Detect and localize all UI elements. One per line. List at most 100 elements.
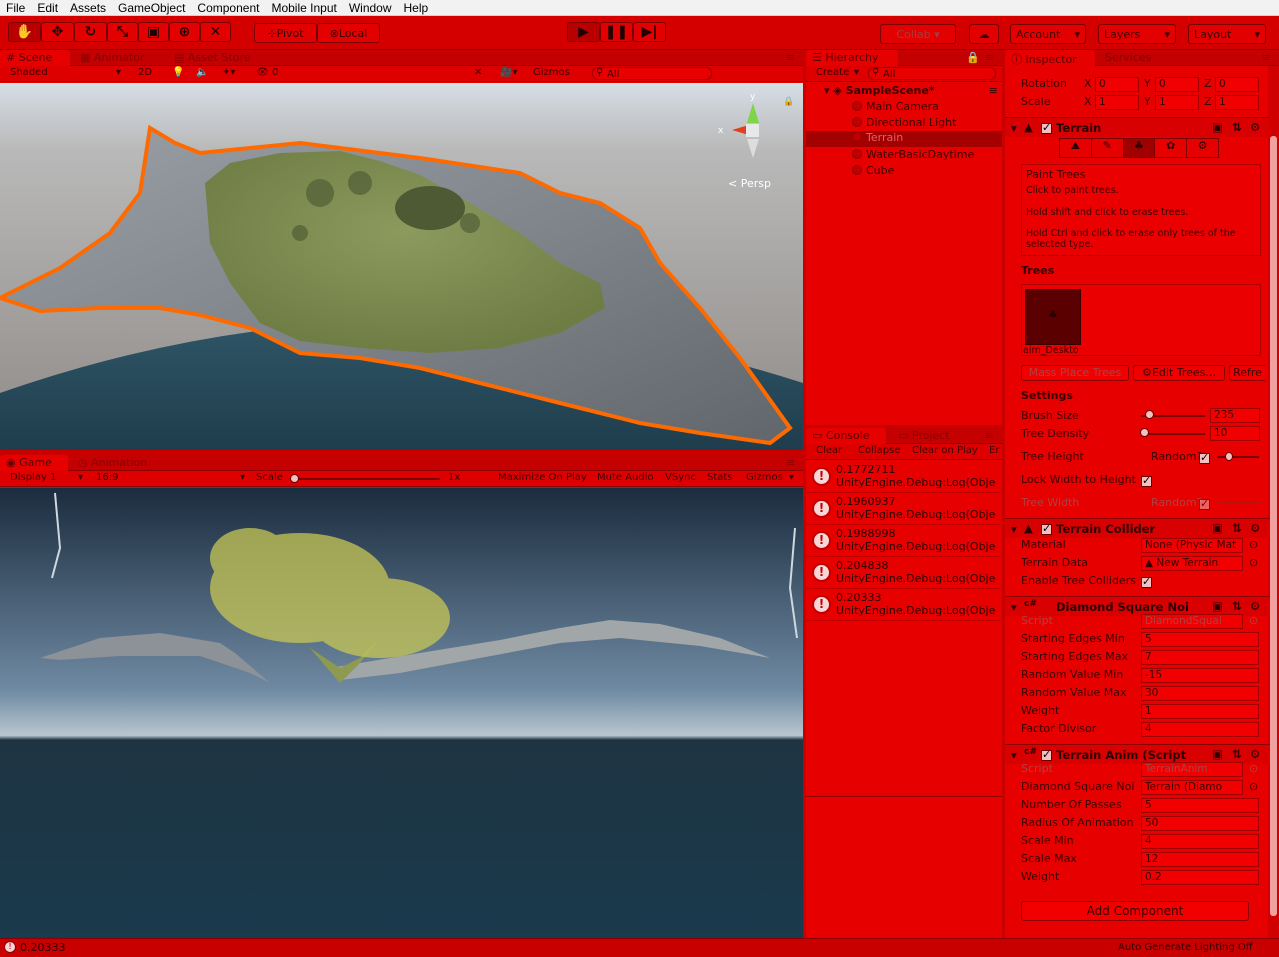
- random-value-max-field[interactable]: 30: [1141, 686, 1259, 701]
- starting-edges-max-field[interactable]: 7: [1141, 650, 1259, 665]
- tab-asset-store[interactable]: ▤ Asset Store: [168, 50, 257, 66]
- raise-terrain-tool[interactable]: ⛰: [1060, 139, 1092, 157]
- weight-field[interactable]: 1: [1141, 704, 1259, 719]
- panel-menu-icon[interactable]: ≡: [780, 50, 801, 66]
- help-icon[interactable]: ▣: [1212, 747, 1223, 761]
- custom-tool-button[interactable]: ✕: [200, 22, 231, 42]
- terrain-enabled-checkbox[interactable]: [1041, 121, 1052, 135]
- step-button[interactable]: ▶|: [633, 22, 666, 42]
- tree-width-range-slider[interactable]: [1217, 502, 1259, 504]
- scale-x-field[interactable]: 1: [1095, 95, 1139, 110]
- paint-texture-tool[interactable]: ✎: [1092, 139, 1124, 157]
- help-icon[interactable]: ▣: [1212, 599, 1223, 613]
- tab-console[interactable]: ▭ Console: [806, 428, 886, 444]
- terrain-collider-header[interactable]: ▾ ▲ Terrain Collider ▣ ⇅ ⚙: [1005, 518, 1270, 538]
- console-clear-button[interactable]: Clear: [816, 445, 842, 456]
- console-collapse-toggle[interactable]: Collapse: [858, 445, 901, 456]
- tree-prototype-thumbnail[interactable]: ♣: [1025, 289, 1081, 345]
- refresh-button[interactable]: Refre: [1229, 365, 1265, 381]
- scale-min-field[interactable]: 4: [1141, 834, 1259, 849]
- brush-size-slider-handle[interactable]: [1144, 410, 1154, 419]
- tree-height-range-handle[interactable]: [1225, 452, 1233, 461]
- gear-icon[interactable]: ⚙: [1250, 747, 1260, 761]
- projection-label[interactable]: < Persp: [728, 177, 771, 191]
- console-entry[interactable]: ! 0.1772711 UnityEngine.Debug:Log(Obje: [806, 461, 1001, 493]
- tree-density-slider-handle[interactable]: [1140, 428, 1150, 437]
- maximize-on-play-toggle[interactable]: Maximize On Play: [498, 472, 587, 483]
- tree-density-slider[interactable]: [1141, 433, 1205, 435]
- scene-search-input[interactable]: All: [592, 67, 712, 80]
- terrain-anim-enabled-checkbox[interactable]: [1041, 748, 1052, 762]
- tree-height-range-slider[interactable]: [1217, 456, 1259, 458]
- tree-width-random-checkbox[interactable]: [1199, 497, 1210, 510]
- menu-help[interactable]: Help: [398, 1, 435, 15]
- diamond-square-header[interactable]: ▾ c# Diamond Square Noi ▣ ⇅ ⚙: [1005, 596, 1270, 616]
- console-entry[interactable]: ! 0.1988998 UnityEngine.Debug:Log(Obje: [806, 525, 1001, 557]
- preset-icon[interactable]: ⇅: [1232, 599, 1242, 613]
- tab-game[interactable]: ◉ Game: [0, 455, 68, 471]
- game-gizmos-dropdown[interactable]: Gizmos: [746, 472, 783, 483]
- inspector-scrollbar[interactable]: [1268, 66, 1279, 938]
- panel-menu-icon[interactable]: ≡: [979, 50, 1000, 66]
- gizmos-dropdown[interactable]: Gizmos: [533, 67, 570, 78]
- rotate-tool-button[interactable]: ↻: [74, 22, 107, 42]
- scale-max-field[interactable]: 12: [1141, 852, 1259, 867]
- stats-toggle[interactable]: Stats: [707, 472, 733, 483]
- hierarchy-search-input[interactable]: All: [868, 67, 996, 80]
- menu-edit[interactable]: Edit: [31, 1, 64, 15]
- hierarchy-item-cube[interactable]: Cube: [852, 164, 894, 177]
- game-viewport[interactable]: [0, 488, 803, 938]
- add-component-button[interactable]: Add Component: [1021, 901, 1249, 921]
- console-clear-on-play-toggle[interactable]: Clear on Play: [912, 445, 978, 456]
- terrain-data-field[interactable]: ▲ New Terrain: [1141, 556, 1243, 571]
- starting-edges-min-field[interactable]: 5: [1141, 632, 1259, 647]
- scale-z-field[interactable]: 1: [1215, 95, 1259, 110]
- console-entry[interactable]: ! 0.1960937 UnityEngine.Debug:Log(Obje: [806, 493, 1001, 525]
- inspector-scroll-thumb[interactable]: [1270, 136, 1277, 916]
- tab-scene[interactable]: # Scene: [0, 50, 70, 66]
- 2d-toggle[interactable]: 2D: [138, 67, 152, 78]
- number-of-passes-field[interactable]: 5: [1141, 798, 1259, 813]
- menu-component[interactable]: Component: [191, 1, 265, 15]
- preset-icon[interactable]: ⇅: [1232, 747, 1242, 761]
- terrain-settings-tool[interactable]: ⚙: [1187, 139, 1218, 157]
- tools-icon[interactable]: ✕: [474, 67, 482, 78]
- shading-mode-dropdown[interactable]: Shaded: [10, 67, 48, 78]
- panel-menu-icon[interactable]: ≡: [1256, 50, 1277, 66]
- tab-animation[interactable]: ◷ Animation: [72, 455, 153, 471]
- scale-tool-button[interactable]: ⤡: [107, 22, 138, 42]
- tree-density-field[interactable]: 10: [1210, 426, 1260, 441]
- hand-tool-button[interactable]: ✋: [8, 22, 41, 42]
- tab-inspector[interactable]: ⓘ Inspector: [1005, 50, 1095, 66]
- terrain-anim-header[interactable]: ▾ c# Terrain Anim (Script ▣ ⇅ ⚙: [1005, 744, 1270, 764]
- panel-menu-icon[interactable]: ≡: [979, 428, 1000, 444]
- vsync-toggle[interactable]: VSync: [665, 472, 696, 483]
- rotation-z-field[interactable]: 0: [1215, 77, 1259, 92]
- scale-slider-handle[interactable]: [290, 474, 299, 483]
- menu-file[interactable]: File: [0, 1, 31, 15]
- object-picker-icon[interactable]: ⊙: [1249, 780, 1258, 794]
- terrain-collider-enabled-checkbox[interactable]: [1041, 522, 1052, 536]
- help-icon[interactable]: ▣: [1212, 120, 1223, 134]
- layers-dropdown[interactable]: Layers ▾: [1098, 24, 1176, 44]
- scene-menu-icon[interactable]: ≡: [989, 84, 998, 97]
- tab-project[interactable]: ▭ Project: [892, 428, 956, 444]
- pause-button[interactable]: ❚❚: [600, 22, 633, 42]
- help-icon[interactable]: ▣: [1212, 521, 1223, 535]
- random-value-min-field[interactable]: -15: [1141, 668, 1259, 683]
- anim-weight-field[interactable]: 0.2: [1141, 870, 1259, 885]
- terrain-component-header[interactable]: ▾ ▲ Terrain ▣ ⇅ ⚙: [1005, 117, 1270, 137]
- gear-icon[interactable]: ⚙: [1250, 599, 1260, 613]
- tab-animator[interactable]: ▦ Animator: [74, 50, 150, 66]
- mute-audio-toggle[interactable]: Mute Audio: [597, 472, 654, 483]
- tree-height-random-checkbox[interactable]: [1199, 451, 1210, 464]
- edit-trees-button[interactable]: ⚙Edit Trees...: [1133, 365, 1225, 381]
- enable-tree-colliders-checkbox[interactable]: [1141, 575, 1152, 588]
- scale-y-field[interactable]: 1: [1155, 95, 1199, 110]
- gear-icon[interactable]: ⚙: [1250, 521, 1260, 535]
- brush-size-field[interactable]: 235: [1210, 408, 1260, 423]
- pivot-toggle[interactable]: ⊹ Pivot: [254, 23, 317, 43]
- play-button[interactable]: ▶: [567, 22, 600, 42]
- scene-viewport[interactable]: x y: [0, 83, 803, 450]
- material-field[interactable]: None (Physic Mat: [1141, 538, 1243, 553]
